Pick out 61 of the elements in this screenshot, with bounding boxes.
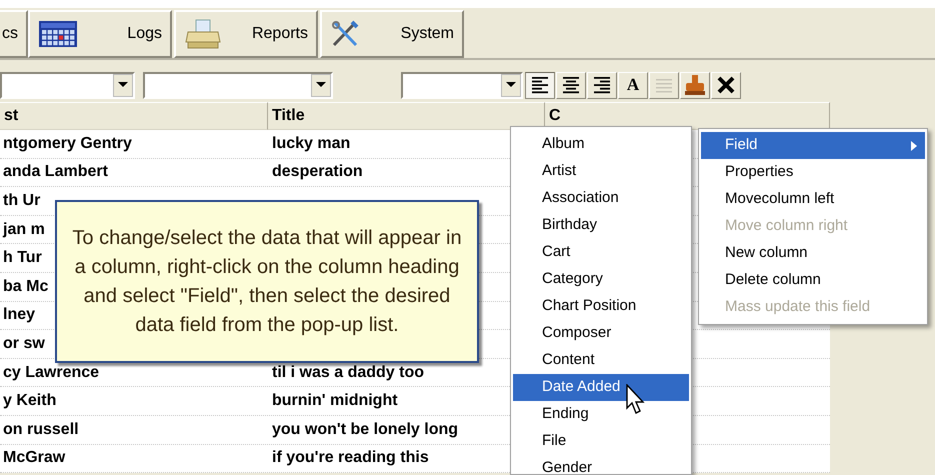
dropdown-field[interactable] (401, 72, 523, 98)
table-cell: h Tur (3, 249, 42, 266)
table-cell: burnin' midnight (272, 392, 398, 410)
table-cell: jan m (3, 220, 45, 238)
tooltip-callout: To change/select the data that will appear in a column, right-click on the column heading and select "Field", then select the desired data field from the pop-up list. (55, 200, 479, 363)
column-header[interactable]: st (0, 102, 268, 130)
menu-item[interactable]: Delete column (701, 267, 925, 294)
stamp-icon (684, 74, 706, 96)
menu-item[interactable]: Content (513, 347, 689, 374)
dropdown-field[interactable] (0, 72, 135, 98)
mouse-cursor-icon (626, 384, 646, 416)
table-cell: McGraw (3, 449, 66, 466)
table-cell: ba Mc (3, 278, 48, 295)
menu-item[interactable]: Date Added (513, 374, 689, 401)
menu-item[interactable]: Ending (513, 401, 689, 428)
menu-item[interactable]: Album (513, 131, 689, 158)
menu-item[interactable]: Composer (513, 320, 689, 347)
table-cell: ntgomery Gentry (3, 134, 132, 152)
dropdown-arrow-icon (316, 82, 326, 88)
table-cell: cy Lawrence (3, 364, 100, 381)
dropdown-arrow-icon (118, 82, 128, 88)
toolbar-button[interactable]: System (320, 10, 464, 58)
menu-item[interactable]: Gender (513, 455, 689, 474)
align-center-icon (562, 75, 580, 95)
table-cell: or sw (3, 334, 45, 352)
table-cell: th Ur (3, 192, 40, 209)
column-header[interactable]: Title (268, 102, 545, 130)
calendar-icon (38, 20, 78, 48)
menu-item[interactable]: Birthday (513, 212, 689, 239)
table-cell: anda Lambert (3, 163, 108, 180)
table-cell: if you're reading this (272, 449, 429, 466)
menu-item[interactable]: Association (513, 185, 689, 212)
table-cell: on russell (3, 420, 79, 438)
align-right-icon (593, 75, 611, 95)
toolbar-button[interactable]: Logs (28, 10, 172, 58)
table-cell: desperation (272, 163, 363, 180)
menu-item[interactable]: Category (513, 266, 689, 293)
menu-item[interactable]: Properties (701, 159, 925, 186)
table-cell: til i was a daddy too (272, 364, 424, 381)
menu-item[interactable]: Field (701, 132, 925, 159)
tools-icon (330, 19, 360, 49)
dropdown-field[interactable] (143, 72, 333, 98)
format-button[interactable] (525, 72, 555, 98)
table-cell: lney (3, 306, 36, 324)
menu-item[interactable]: New column (701, 240, 925, 267)
toolbar-button[interactable]: cs (0, 10, 28, 58)
toolbar-button[interactable]: Reports (174, 10, 318, 58)
delete-icon (716, 75, 736, 95)
menu-item[interactable]: Movecolumn left (701, 186, 925, 213)
menu-item[interactable]: Cart (513, 239, 689, 266)
menu-item[interactable]: Artist (513, 158, 689, 185)
align-left-icon (531, 75, 549, 95)
table-cell: y Keith (3, 392, 56, 410)
lines-icon (655, 76, 673, 94)
printer-icon (184, 18, 222, 50)
menu-item[interactable]: Chart Position (513, 293, 689, 320)
table-cell: you won't be lonely long (272, 420, 458, 438)
format-button[interactable]: A (618, 72, 648, 98)
table-cell: lucky man (272, 134, 350, 152)
dropdown-arrow-icon (506, 82, 516, 88)
menu-item[interactable]: File (513, 428, 689, 455)
